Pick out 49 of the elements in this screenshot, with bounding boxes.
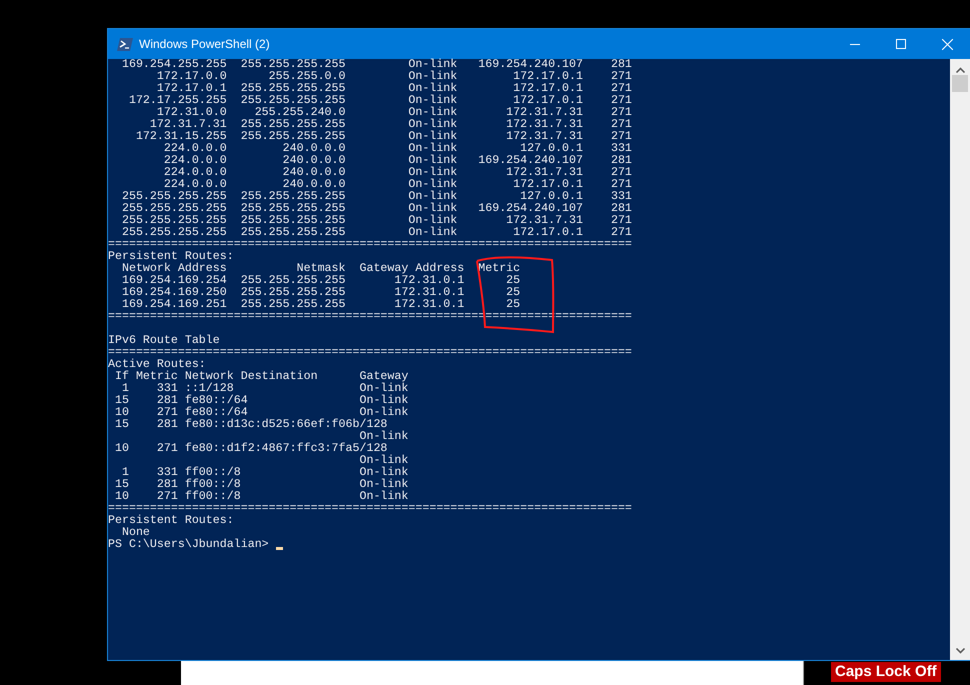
route-line: 255.255.255.255 255.255.255.255 On-link 172.31.7.31 271 (120, 215, 632, 227)
route-line: 169.254.169.254 255.255.255.255 172.31.0.1 25 (120, 275, 520, 287)
route-line: 172.17.0.1 255.255.255.255 On-link 172.17.0.1 271 (156, 83, 632, 95)
route-line: 224.0.0.0 240.0.0.0 On-link 172.17.0.1 271 (162, 179, 632, 191)
route-line: 172.31.0.0 255.255.240.0 On-link 172.31.7.31 271 (156, 107, 632, 119)
route-line: 15 281 fe80::/64 On-link (114, 395, 408, 407)
route-line: 169.254.255.255 255.255.255.255 On-link 169.254.240.107 281 (120, 59, 632, 71)
command-prompt: PS C:\Users\Jbundalian> (108, 539, 269, 551)
route-gateway: On-link (359, 431, 408, 443)
route-line: 15 281 fe80::d13c:d525:66ef:f06b/128 (114, 419, 388, 431)
window-title: Windows PowerShell (2) (139, 37, 271, 51)
maximize-icon (896, 39, 906, 49)
route-line: 172.17.255.255 255.255.255.255 On-link 172.17.0.1 271 (128, 95, 632, 107)
console-text: =========================================================================== (108, 503, 632, 515)
console-text: Persistent Routes: (108, 515, 234, 527)
column-headers: If Metric Network Destination Gateway (114, 371, 408, 383)
scroll-down-icon[interactable] (956, 648, 964, 654)
route-line: 224.0.0.0 240.0.0.0 On-link 172.31.7.31 271 (162, 167, 632, 179)
route-line: 255.255.255.255 255.255.255.255 On-link 172.17.0.1 271 (120, 227, 632, 239)
console-text: None (120, 527, 150, 539)
route-gateway: On-link (358, 455, 408, 467)
scrollbar[interactable] (950, 59, 970, 660)
console-text: =========================================================================== (108, 347, 632, 359)
route-line: 15 281 ff00::/8 On-link (114, 479, 408, 491)
route-line: 169.254.169.251 255.255.255.255 172.31.0.1 25 (120, 299, 520, 311)
route-line: 255.255.255.255 255.255.255.255 On-link 169.254.240.107 281 (120, 203, 632, 215)
scroll-thumb[interactable] (952, 75, 968, 92)
route-line: 172.31.15.255 255.255.255.255 On-link 172.31.7.31 271 (134, 131, 632, 143)
route-line: 224.0.0.0 240.0.0.0 On-link 169.254.240.107 281 (162, 155, 632, 167)
route-line: 10 271 fe80::/64 On-link (114, 407, 408, 419)
route-line: 10 271 ff00::/8 On-link (114, 491, 408, 503)
console-text: Active Routes: (108, 359, 206, 371)
route-line: 169.254.169.250 255.255.255.255 172.31.0.1 25 (120, 287, 520, 299)
route-line: 224.0.0.0 240.0.0.0 On-link 127.0.0.1 331 (162, 143, 632, 155)
route-line: 10 271 fe80::d1f2:4867:ffc3:7fa5/128 (114, 443, 388, 455)
powershell-icon (117, 38, 133, 50)
route-line: 172.31.7.31 255.255.255.255 On-link 172.31.7.31 271 (148, 119, 632, 131)
route-line: 1 331 ff00::/8 On-link (120, 467, 408, 479)
console-text: =========================================================================== (108, 239, 632, 251)
route-line: 172.17.0.0 255.255.0.0 On-link 172.17.0.1 271 (156, 71, 632, 83)
route-line: 1 331 ::1/128 On-link (120, 383, 408, 395)
scroll-up-icon[interactable] (956, 67, 964, 73)
caps-lock-indicator: Caps Lock Off (831, 662, 941, 682)
console-text: Persistent Routes: (108, 251, 234, 263)
close-icon (942, 38, 952, 50)
text-cursor (276, 547, 283, 550)
route-line: 255.255.255.255 255.255.255.255 On-link 127.0.0.1 331 (120, 191, 632, 203)
console-text: IPv6 Route Table (108, 335, 220, 347)
column-headers: Network Address Netmask Gateway Address Metric (120, 263, 520, 275)
